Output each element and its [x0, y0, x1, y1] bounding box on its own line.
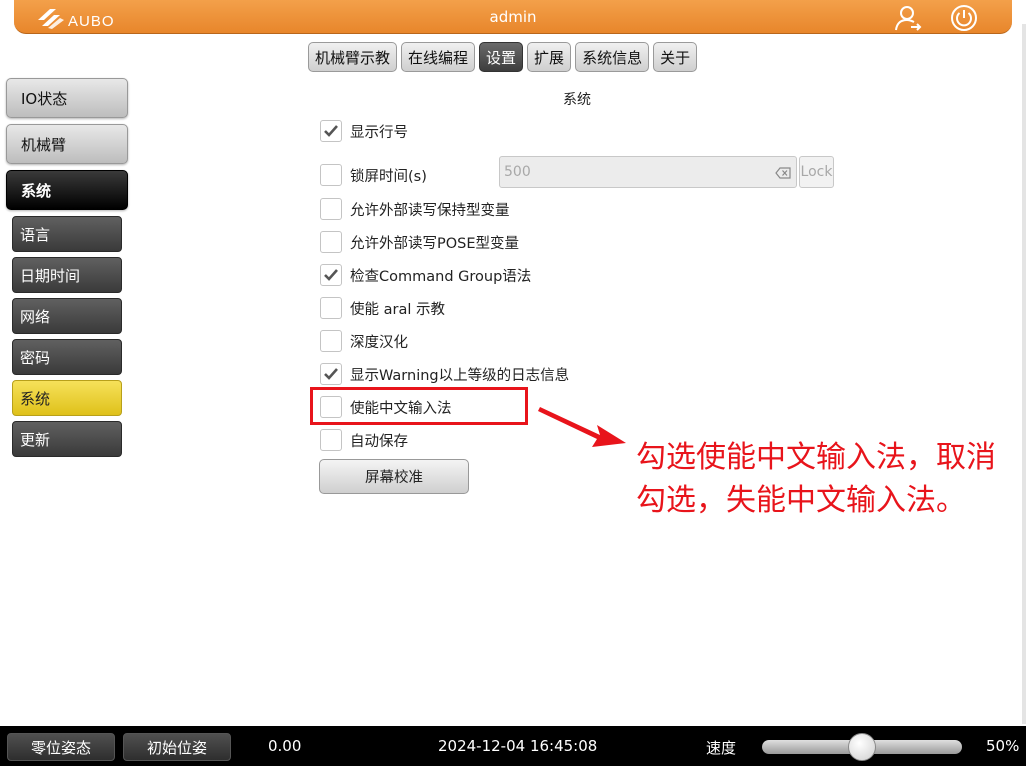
option-show-line-numbers: 显示行号	[320, 120, 408, 142]
checkbox[interactable]	[320, 429, 342, 451]
section-title: 系统	[563, 92, 591, 108]
checkbox[interactable]	[320, 363, 342, 385]
sidebar-subitem-update[interactable]: 更新	[12, 421, 122, 457]
checkbox[interactable]	[320, 164, 342, 186]
tab-settings[interactable]: 设置	[479, 42, 524, 72]
right-edge-strip	[1022, 24, 1026, 724]
option-label: 使能 aral 示教	[350, 301, 445, 318]
checkmark-icon	[324, 269, 338, 281]
checkbox[interactable]	[320, 231, 342, 253]
datetime-display: 2024-12-04 16:45:08	[438, 737, 598, 755]
option-show-warning-logs: 显示Warning以上等级的日志信息	[320, 363, 569, 385]
lock-button[interactable]: Lock	[799, 156, 834, 188]
checkbox[interactable]	[320, 198, 342, 220]
sidebar-subitem-language[interactable]: 语言	[12, 216, 122, 252]
option-label: 显示行号	[350, 124, 408, 141]
option-label: 允许外部读写保持型变量	[350, 202, 510, 219]
sidebar-subitem-system[interactable]: 系统	[12, 380, 122, 416]
option-label: 深度汉化	[350, 334, 408, 351]
tab-about[interactable]: 关于	[653, 42, 698, 72]
init-pose-button[interactable]: 初始位姿	[123, 733, 231, 761]
option-lock-screen-time: 锁屏时间(s)	[320, 164, 427, 186]
annotation-arrow-icon	[538, 407, 626, 447]
sidebar-item-io-status[interactable]: IO状态	[6, 78, 128, 118]
option-allow-external-pose-vars: 允许外部读写POSE型变量	[320, 231, 519, 253]
speed-percent: 50%	[986, 737, 1020, 755]
tab-extensions[interactable]: 扩展	[527, 42, 572, 72]
option-auto-save: 自动保存	[320, 429, 408, 451]
checkbox[interactable]	[320, 330, 342, 352]
screen-calibrate-button[interactable]: 屏幕校准	[319, 459, 469, 494]
annotation-highlight-box	[310, 387, 528, 425]
value-readout: 0.00	[268, 737, 302, 755]
sidebar-subitem-password[interactable]: 密码	[12, 339, 122, 375]
checkbox[interactable]	[320, 120, 342, 142]
option-enable-aral-teach: 使能 aral 示教	[320, 297, 445, 319]
option-check-command-group: 检查Command Group语法	[320, 264, 531, 286]
checkmark-icon	[324, 368, 338, 380]
option-label: 允许外部读写POSE型变量	[350, 235, 520, 252]
tab-online-programming[interactable]: 在线编程	[401, 42, 476, 72]
top-tabs: 机械臂示教 在线编程 设置 扩展 系统信息 关于	[308, 42, 698, 72]
zero-pose-button[interactable]: 零位姿态	[7, 733, 115, 761]
sidebar-subitem-datetime[interactable]: 日期时间	[12, 257, 122, 293]
option-label: 锁屏时间(s)	[350, 168, 427, 185]
speed-label: 速度	[706, 739, 737, 757]
annotation-text: 勾选使能中文输入法，取消勾选，失能中文输入法。	[636, 440, 996, 518]
lock-time-input[interactable]	[504, 162, 764, 182]
header: AUBO admin	[0, 0, 1026, 36]
user-switch-icon[interactable]	[894, 4, 922, 32]
header-title: admin	[489, 8, 537, 26]
speed-slider-handle[interactable]	[848, 733, 876, 761]
tab-system-info[interactable]: 系统信息	[575, 42, 650, 72]
option-label: 自动保存	[350, 433, 408, 450]
option-label: 显示Warning以上等级的日志信息	[350, 367, 570, 384]
option-label: 检查Command Group语法	[350, 268, 532, 285]
sidebar-item-robot-arm[interactable]: 机械臂	[6, 124, 128, 164]
checkbox[interactable]	[320, 297, 342, 319]
checkmark-icon	[324, 125, 338, 137]
power-icon[interactable]	[950, 4, 978, 32]
option-deep-localization: 深度汉化	[320, 330, 408, 352]
clear-input-icon[interactable]	[775, 167, 791, 179]
lock-time-field	[499, 156, 797, 188]
option-allow-external-hold-vars: 允许外部读写保持型变量	[320, 198, 510, 220]
sidebar-subitem-network[interactable]: 网络	[12, 298, 122, 334]
tab-robot-teach[interactable]: 机械臂示教	[308, 42, 398, 72]
sidebar-item-system[interactable]: 系统	[6, 170, 128, 210]
checkbox[interactable]	[320, 264, 342, 286]
